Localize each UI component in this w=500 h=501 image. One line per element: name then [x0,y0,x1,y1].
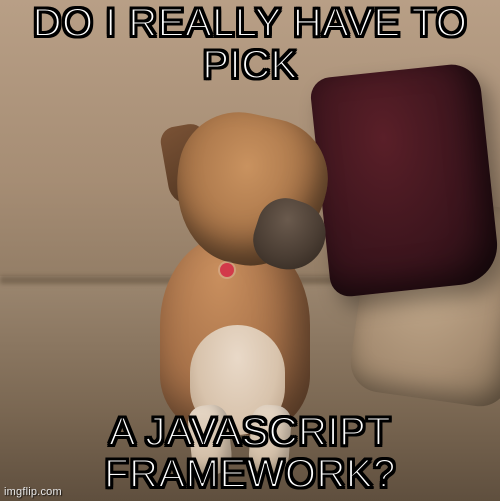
dog-collar-tag [220,263,234,277]
watermark: imgflip.com [4,486,62,498]
meme-bottom-text: A JAVASCRIPT FRAMEWORK? [0,411,500,495]
sad-bulldog [120,95,350,455]
meme-image: DO I REALLY HAVE TO PICK A JAVASCRIPT FR… [0,0,500,501]
meme-top-text: DO I REALLY HAVE TO PICK [0,2,500,86]
